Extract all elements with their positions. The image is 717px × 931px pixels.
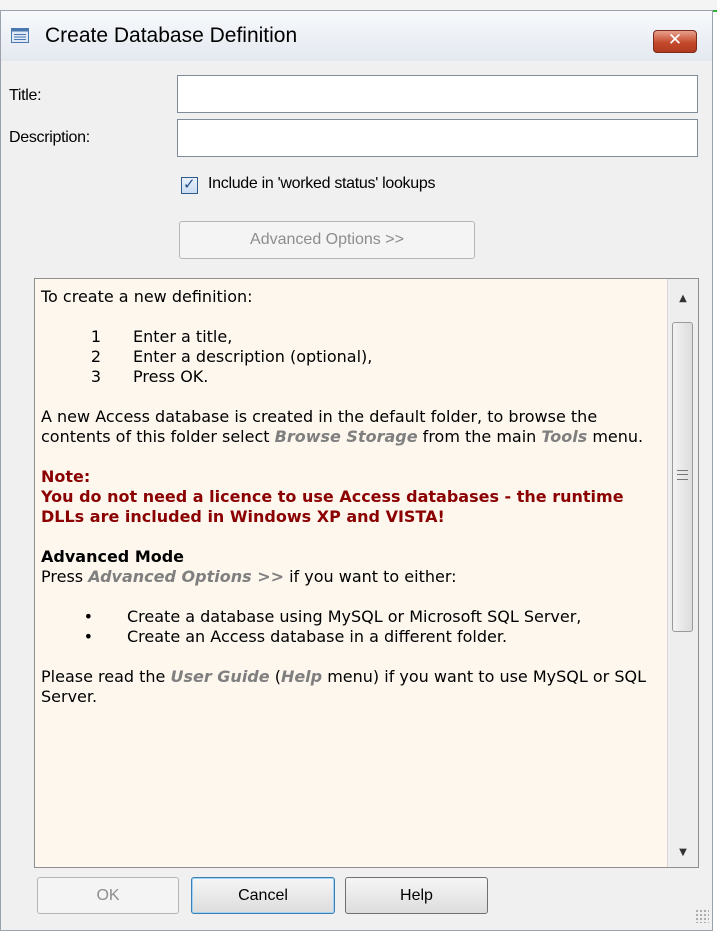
title-bar[interactable]: Create Database Definition ✕ <box>1 11 712 61</box>
instructions-panel[interactable]: To create a new definition: 1 Enter a ti… <box>34 278 699 868</box>
advanced-mode-heading: Advanced Mode <box>41 547 185 566</box>
intro-text: To create a new definition: <box>41 287 253 306</box>
cancel-button[interactable]: Cancel <box>191 877 335 914</box>
user-guide-highlight: User Guide <box>170 667 270 686</box>
close-button[interactable]: ✕ <box>653 30 697 53</box>
user-guide-text: Please read the User Guide (Help menu) i… <box>41 667 646 706</box>
tools-highlight: Tools <box>541 427 588 446</box>
advanced-options-button[interactable]: Advanced Options >> <box>179 221 475 259</box>
instructions-text: To create a new definition: 1 Enter a ti… <box>41 287 661 707</box>
description-label: Description: <box>9 129 90 146</box>
help-highlight: Help <box>280 667 323 686</box>
dialog-title: Create Database Definition <box>45 24 298 47</box>
scroll-up-arrow[interactable]: ▲ <box>668 293 698 304</box>
worked-status-checkbox[interactable]: ✓ <box>181 175 198 194</box>
title-label: Title: <box>9 87 42 104</box>
step-item: 1 Enter a title, <box>90 327 233 346</box>
scroll-thumb[interactable] <box>672 322 693 632</box>
database-form-icon <box>11 28 29 43</box>
resize-grip[interactable] <box>695 909 709 923</box>
bullet-item: • Create a database using MySQL or Micro… <box>41 607 661 627</box>
step-item: 3 Press OK. <box>90 367 209 386</box>
help-button[interactable]: Help <box>345 877 488 914</box>
scroll-down-arrow[interactable]: ▼ <box>668 847 698 858</box>
ok-button[interactable]: OK <box>37 877 179 914</box>
close-icon: ✕ <box>667 30 683 50</box>
create-database-dialog: Create Database Definition ✕ Title: Desc… <box>0 10 713 931</box>
bullet-icon: • <box>83 607 93 626</box>
browse-storage-highlight: Browse Storage <box>274 427 418 446</box>
description-input[interactable] <box>177 119 698 157</box>
note-text: You do not need a licence to use Access … <box>41 487 624 526</box>
grip-icon <box>677 470 688 480</box>
checkmark-icon: ✓ <box>183 175 196 193</box>
title-input[interactable] <box>177 75 698 113</box>
vertical-scrollbar[interactable]: ▲ ▼ <box>667 279 698 867</box>
bullet-icon: • <box>83 627 93 646</box>
bullet-item: • Create an Access database in a differe… <box>41 627 661 647</box>
advanced-mode-text: Press Advanced Options >> if you want to… <box>41 567 457 586</box>
note-heading: Note: <box>41 467 91 486</box>
advanced-options-highlight: Advanced Options >> <box>88 567 284 586</box>
storage-paragraph: A new Access database is created in the … <box>41 407 644 446</box>
step-item: 2 Enter a description (optional), <box>90 347 373 366</box>
worked-status-label[interactable]: Include in 'worked status' lookups <box>208 175 435 193</box>
